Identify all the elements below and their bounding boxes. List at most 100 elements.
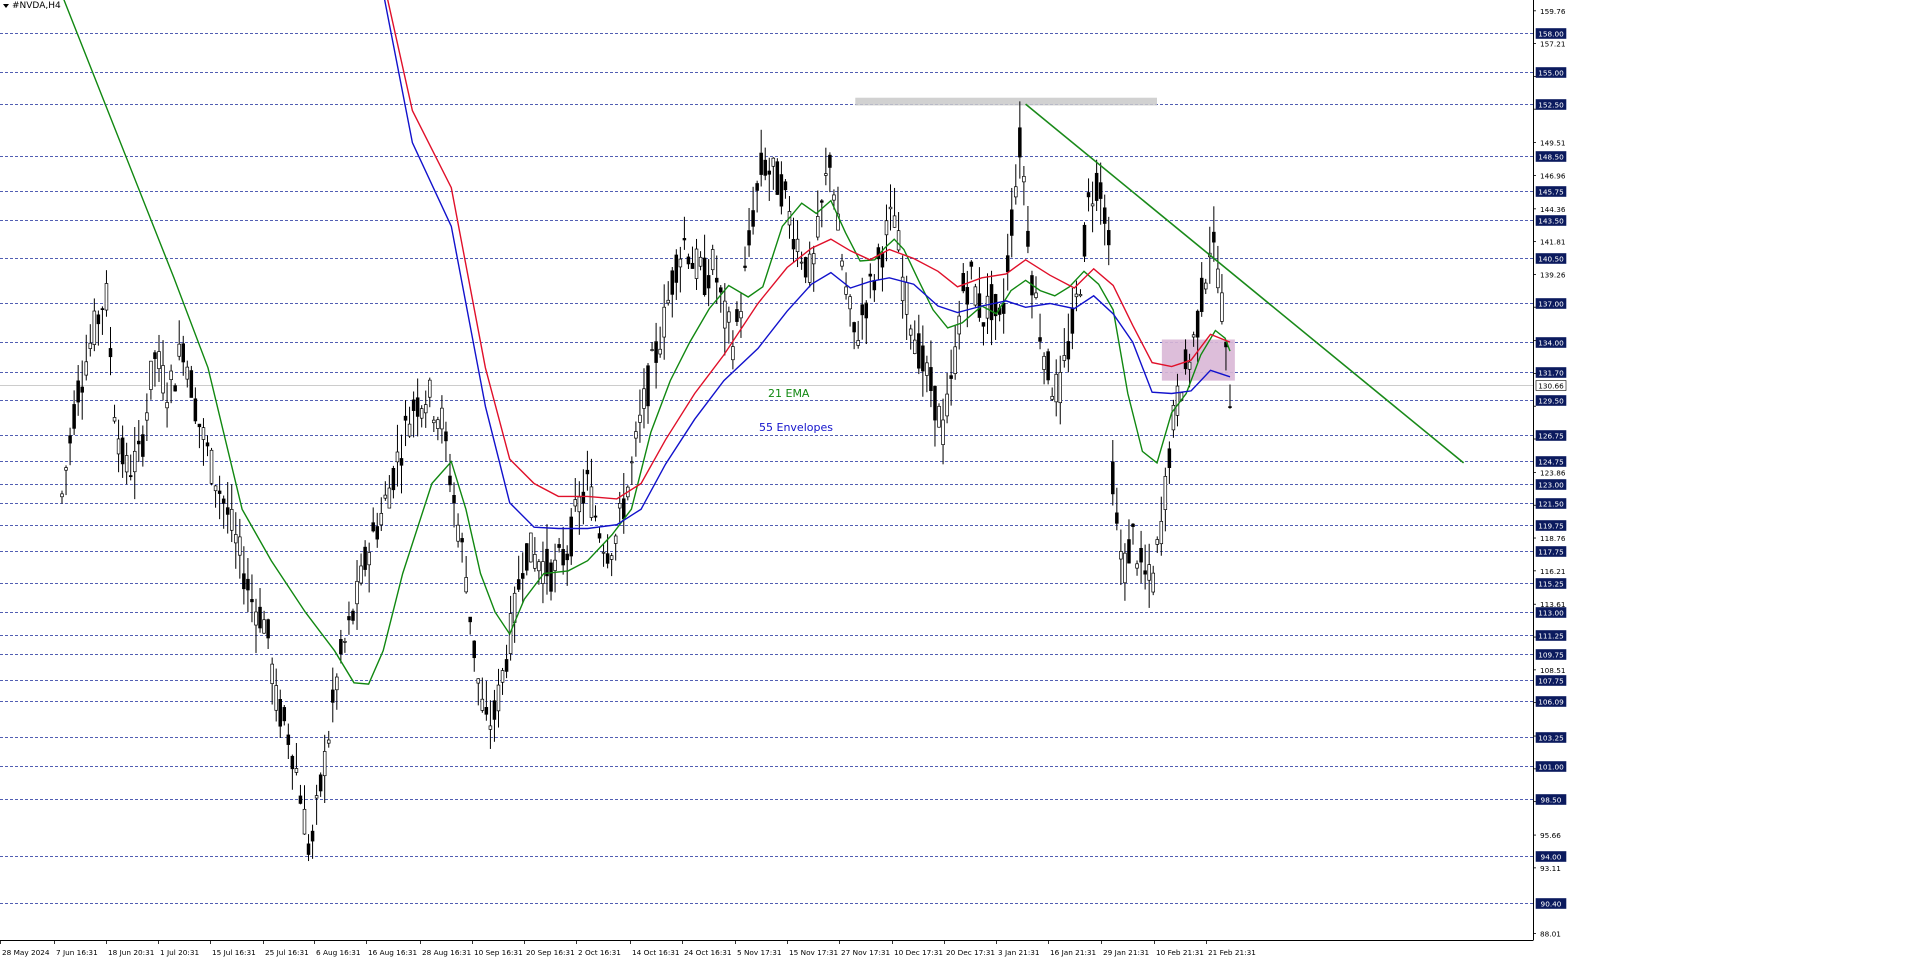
candle-body	[775, 161, 780, 195]
candle-body	[1151, 572, 1155, 593]
candle-body	[225, 507, 230, 515]
indicator-label-1: 55 Envelopes	[759, 421, 833, 434]
candle-body	[1199, 277, 1204, 312]
x-tick-label-17: 10 Dec 17:31	[894, 948, 943, 957]
candle-body	[561, 549, 565, 566]
candle-body	[961, 273, 966, 292]
candle-body	[1195, 310, 1200, 338]
candle-body	[322, 751, 327, 777]
level-label-7: 137.00	[1538, 300, 1564, 309]
candle-body	[872, 280, 877, 291]
candle-body	[399, 458, 404, 466]
candle-body	[690, 262, 695, 269]
candle-body	[601, 551, 606, 554]
level-label-15: 121.50	[1538, 500, 1564, 509]
candle-body	[581, 491, 586, 504]
candle-body	[1010, 209, 1014, 236]
candle-body	[646, 365, 650, 407]
candle-body	[593, 515, 598, 518]
candle-body	[468, 616, 472, 623]
candle-body	[1131, 523, 1135, 527]
candle-body	[1111, 461, 1115, 495]
candle-body	[1220, 292, 1224, 322]
candle-body	[933, 386, 937, 421]
candle-body	[989, 284, 994, 321]
candle-body	[1175, 385, 1180, 416]
x-tick-label-3: 1 Jul 20:31	[160, 948, 199, 957]
candle-body	[824, 173, 828, 176]
candle-body	[444, 431, 448, 442]
candle-body	[945, 393, 949, 417]
candle-body	[318, 774, 323, 792]
candle-body	[731, 346, 735, 361]
candle-body	[714, 277, 719, 283]
candle-body	[860, 304, 864, 316]
candle-body	[807, 253, 812, 283]
candle-body	[549, 562, 553, 592]
candle-body	[391, 467, 396, 491]
candle-body	[270, 663, 274, 684]
candle-body	[706, 275, 711, 289]
candle-body	[949, 375, 953, 379]
x-tick-label-1: 7 Jun 16:31	[56, 948, 98, 957]
candle-body	[743, 265, 747, 268]
candle-body	[516, 579, 521, 590]
candle-body	[480, 698, 485, 711]
candle-body	[642, 388, 646, 409]
candle-body	[1212, 231, 1216, 243]
candle-body	[326, 739, 331, 744]
candle-body	[1216, 268, 1220, 289]
candle-body	[1228, 406, 1232, 408]
candle-body	[941, 419, 945, 445]
candle-body	[278, 699, 282, 727]
candle-body	[395, 451, 400, 463]
level-label-8: 134.00	[1538, 339, 1564, 348]
x-tick-label-12: 14 Oct 16:31	[632, 948, 680, 957]
x-tick-label-10: 20 Sep 16:31	[526, 948, 575, 957]
candle-body	[448, 475, 452, 486]
x-tick-label-9: 10 Sep 16:31	[474, 948, 523, 957]
x-tick-label-13: 24 Oct 16:31	[684, 948, 732, 957]
x-tick-label-5: 25 Jul 16:31	[265, 948, 309, 957]
candle-body	[460, 538, 464, 543]
level-label-12: 126.75	[1538, 432, 1564, 441]
candle-body	[367, 552, 371, 566]
candle-body	[880, 253, 885, 268]
candle-body	[973, 286, 978, 306]
candle-body	[375, 526, 379, 540]
candle-body	[343, 641, 347, 643]
candle-body	[80, 386, 84, 393]
y-tick-label-6: 144.36	[1540, 205, 1566, 214]
candle-body	[723, 300, 727, 329]
candle-body	[630, 461, 634, 464]
level-label-17: 117.75	[1538, 548, 1564, 557]
candle-body	[428, 379, 432, 398]
candle-body	[294, 768, 299, 773]
x-tick-label-0: 28 May 2024	[2, 948, 50, 957]
candle-body	[779, 174, 784, 207]
candle-body	[702, 257, 707, 296]
candle-body	[917, 333, 921, 369]
candle-body	[387, 487, 392, 509]
candle-body	[124, 455, 129, 473]
candle-body	[698, 256, 703, 267]
y-tick-label-27: 88.01	[1540, 929, 1561, 938]
level-label-24: 103.25	[1538, 734, 1564, 743]
candle-body	[609, 555, 614, 560]
level-label-9: 131.70	[1538, 369, 1564, 378]
x-tick-label-21: 29 Jan 21:31	[1103, 948, 1149, 957]
candle-body	[108, 348, 113, 358]
candle-body	[496, 684, 501, 712]
candle-body	[88, 342, 93, 349]
resistance-zone	[855, 97, 1157, 106]
candle-body	[545, 548, 549, 577]
candle-body	[383, 494, 388, 499]
candle-body	[791, 239, 796, 250]
chevron-down-icon[interactable]	[3, 4, 9, 8]
symbol-label[interactable]: #NVDA,H4	[3, 1, 61, 11]
candle-body	[816, 216, 820, 238]
candle-body	[100, 308, 105, 310]
candle-body	[828, 154, 832, 168]
candle-body	[254, 611, 258, 626]
candle-body	[1098, 182, 1103, 199]
